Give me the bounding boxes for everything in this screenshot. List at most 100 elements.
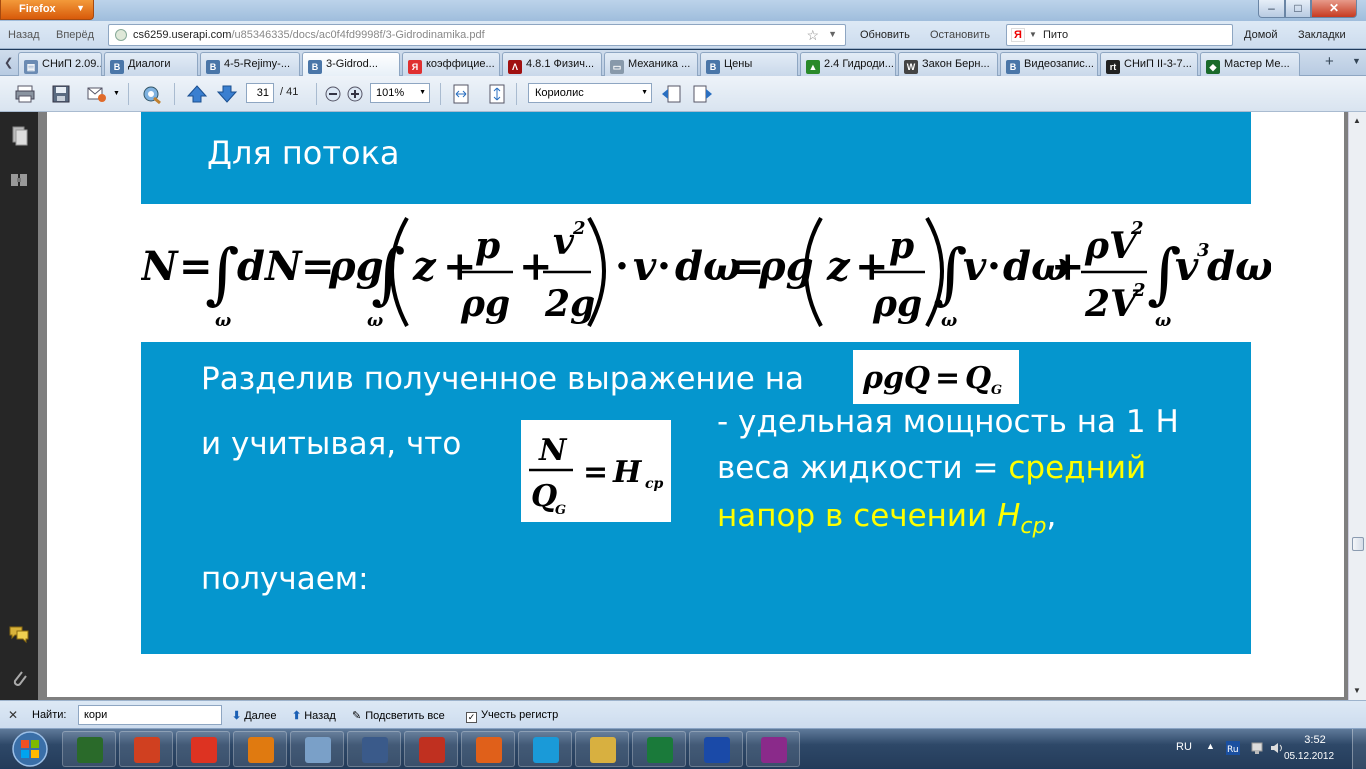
media-player-icon [248, 737, 274, 763]
language-indicator[interactable]: RU [1176, 741, 1192, 753]
svg-text:2: 2 [572, 218, 586, 239]
yandex-icon[interactable]: Я [1011, 28, 1025, 42]
clock-time[interactable]: 3:52 [1290, 734, 1340, 746]
bookmarks-button[interactable]: Закладки [1298, 29, 1346, 41]
browser-tab[interactable]: rt СНиП II-3-7... [1100, 52, 1198, 76]
scroll-up-icon[interactable]: ▲ [1353, 116, 1361, 125]
tab-label: коэффицие... [426, 58, 495, 70]
svg-text:G: G [555, 503, 566, 518]
minimize-button[interactable]: – [1258, 0, 1285, 18]
url-bar[interactable]: cs6259.userapi.com/u85346335/docs/ac0f4f… [108, 24, 846, 46]
email-dropdown-icon[interactable]: ▼ [113, 90, 120, 97]
taskbar-button[interactable] [689, 731, 743, 767]
history-dropdown-icon[interactable]: ▼ [828, 29, 837, 39]
volume-icon[interactable] [1270, 741, 1284, 755]
taskbar-button[interactable] [119, 731, 173, 767]
match-case-checkbox[interactable]: ✓ Учесть регистр [466, 709, 558, 723]
pdf-page: Для потока N = ∫ ω dN = ρg ∫ ω z + p ρg … [47, 112, 1344, 697]
browser-tab[interactable]: B 3-Gidrod... [302, 52, 400, 76]
close-find-bar-icon[interactable]: ✕ [8, 708, 18, 722]
print-icon[interactable] [14, 84, 36, 104]
browser-tab[interactable]: ▭ Механика ... [604, 52, 698, 76]
find-previous-icon[interactable] [660, 84, 682, 104]
head-in-section-text: напор в сечении Hср, [717, 498, 1056, 539]
find-previous-button[interactable]: ⬆ Назад [292, 709, 336, 722]
show-hidden-icons-icon[interactable]: ▲ [1206, 741, 1220, 755]
find-next-button[interactable]: ⬇ Далее [232, 709, 276, 722]
taskbar-button[interactable] [233, 731, 287, 767]
zoom-in-icon[interactable] [344, 84, 366, 104]
comments-icon[interactable] [8, 624, 30, 644]
maximize-button[interactable]: □ [1285, 0, 1311, 18]
taskbar-button[interactable] [62, 731, 116, 767]
stop-button[interactable]: Остановить [930, 29, 990, 41]
browser-tab[interactable]: W Закон Берн... [898, 52, 998, 76]
find-next-icon[interactable] [692, 84, 714, 104]
firefox-icon [476, 737, 502, 763]
find-label: Найти: [32, 709, 67, 721]
new-tab-button[interactable]: + [1325, 53, 1334, 70]
search-engine-dropdown-icon[interactable]: ▼ [1029, 30, 1037, 39]
pages-panel-icon[interactable] [8, 126, 30, 146]
mean-word: средний [1008, 450, 1147, 486]
browser-tab[interactable]: ◆ Мастер Ме... [1200, 52, 1300, 76]
taskbar-button[interactable] [290, 731, 344, 767]
close-window-button[interactable]: ✕ [1311, 0, 1357, 18]
fit-width-icon[interactable] [450, 84, 472, 104]
previous-page-icon[interactable] [186, 84, 208, 104]
next-page-icon[interactable] [216, 84, 238, 104]
vertical-scrollbar[interactable]: ▲ ▼ [1348, 112, 1366, 700]
search-bar[interactable]: Я ▼ Пито [1006, 24, 1233, 46]
browser-tab[interactable]: ▤ СНиП 2.09.... [18, 52, 102, 76]
fit-page-icon[interactable] [486, 84, 508, 104]
attachments-paperclip-icon[interactable] [8, 668, 30, 688]
show-desktop-button[interactable] [1352, 729, 1366, 769]
browser-tab[interactable]: ▲ 2.4 Гидроди... [800, 52, 896, 76]
taskbar-button[interactable] [404, 731, 458, 767]
find-input[interactable]: Кориолис ▼ [528, 83, 652, 103]
scroll-thumb[interactable] [1352, 537, 1364, 551]
toolbar-separator [174, 83, 175, 105]
bookmarks-panel-icon[interactable] [8, 170, 30, 190]
browser-tab[interactable]: B 4-5-Rejimy-... [200, 52, 300, 76]
zoom-select[interactable]: 101% ▼ [370, 83, 430, 103]
taskbar-button[interactable] [746, 731, 800, 767]
list-all-tabs-icon[interactable]: ▼ [1352, 56, 1361, 66]
email-icon[interactable] [86, 84, 108, 104]
site-identity-icon[interactable] [115, 29, 127, 41]
taskbar-button[interactable] [347, 731, 401, 767]
forward-button[interactable]: Вперёд [56, 29, 94, 41]
zoom-out-icon[interactable] [322, 84, 344, 104]
svg-text:2: 2 [1130, 218, 1144, 239]
taskbar-button[interactable] [176, 731, 230, 767]
scroll-down-icon[interactable]: ▼ [1353, 686, 1361, 695]
save-icon[interactable] [50, 84, 72, 104]
browser-tab[interactable]: Якоэффицие... [402, 52, 500, 76]
scroll-tabs-left-icon[interactable]: ❮ [4, 56, 13, 69]
start-button[interactable] [4, 729, 56, 769]
browser-tab[interactable]: B Видеозапис... [1000, 52, 1098, 76]
reload-button[interactable]: Обновить [860, 29, 910, 41]
taskbar-button[interactable] [632, 731, 686, 767]
keyboard-layout-icon[interactable]: Ru [1226, 741, 1240, 755]
tools-icon[interactable] [140, 84, 162, 104]
page-number-input[interactable]: 31 [246, 83, 274, 103]
clock-date[interactable]: 05.12.2012 [1284, 751, 1334, 762]
home-button[interactable]: Домой [1244, 29, 1278, 41]
document-viewport[interactable]: Для потока N = ∫ ω dN = ρg ∫ ω z + p ρg … [38, 112, 1348, 700]
browser-tab[interactable]: Λ 4.8.1 Физич... [502, 52, 602, 76]
navigation-bar: Назад Вперёд cs6259.userapi.com/u8534633… [0, 21, 1366, 49]
search-input[interactable]: Пито [1043, 29, 1068, 41]
back-button[interactable]: Назад [8, 29, 40, 41]
find-bar-input[interactable]: кори [78, 705, 222, 725]
browser-tab[interactable]: B Цены [700, 52, 798, 76]
taskbar-button[interactable] [461, 731, 515, 767]
network-icon[interactable] [1250, 741, 1264, 755]
firefox-menu-button[interactable]: Firefox ▼ [0, 0, 94, 20]
highlight-all-button[interactable]: ✎ Подсветить все [352, 709, 445, 722]
browser-tab[interactable]: B Диалоги [104, 52, 198, 76]
taskbar-button[interactable] [575, 731, 629, 767]
bookmark-star-icon[interactable]: ☆ [806, 27, 819, 44]
taskbar-button[interactable] [518, 731, 572, 767]
svg-text:ρgQ: ρgQ [862, 361, 930, 396]
